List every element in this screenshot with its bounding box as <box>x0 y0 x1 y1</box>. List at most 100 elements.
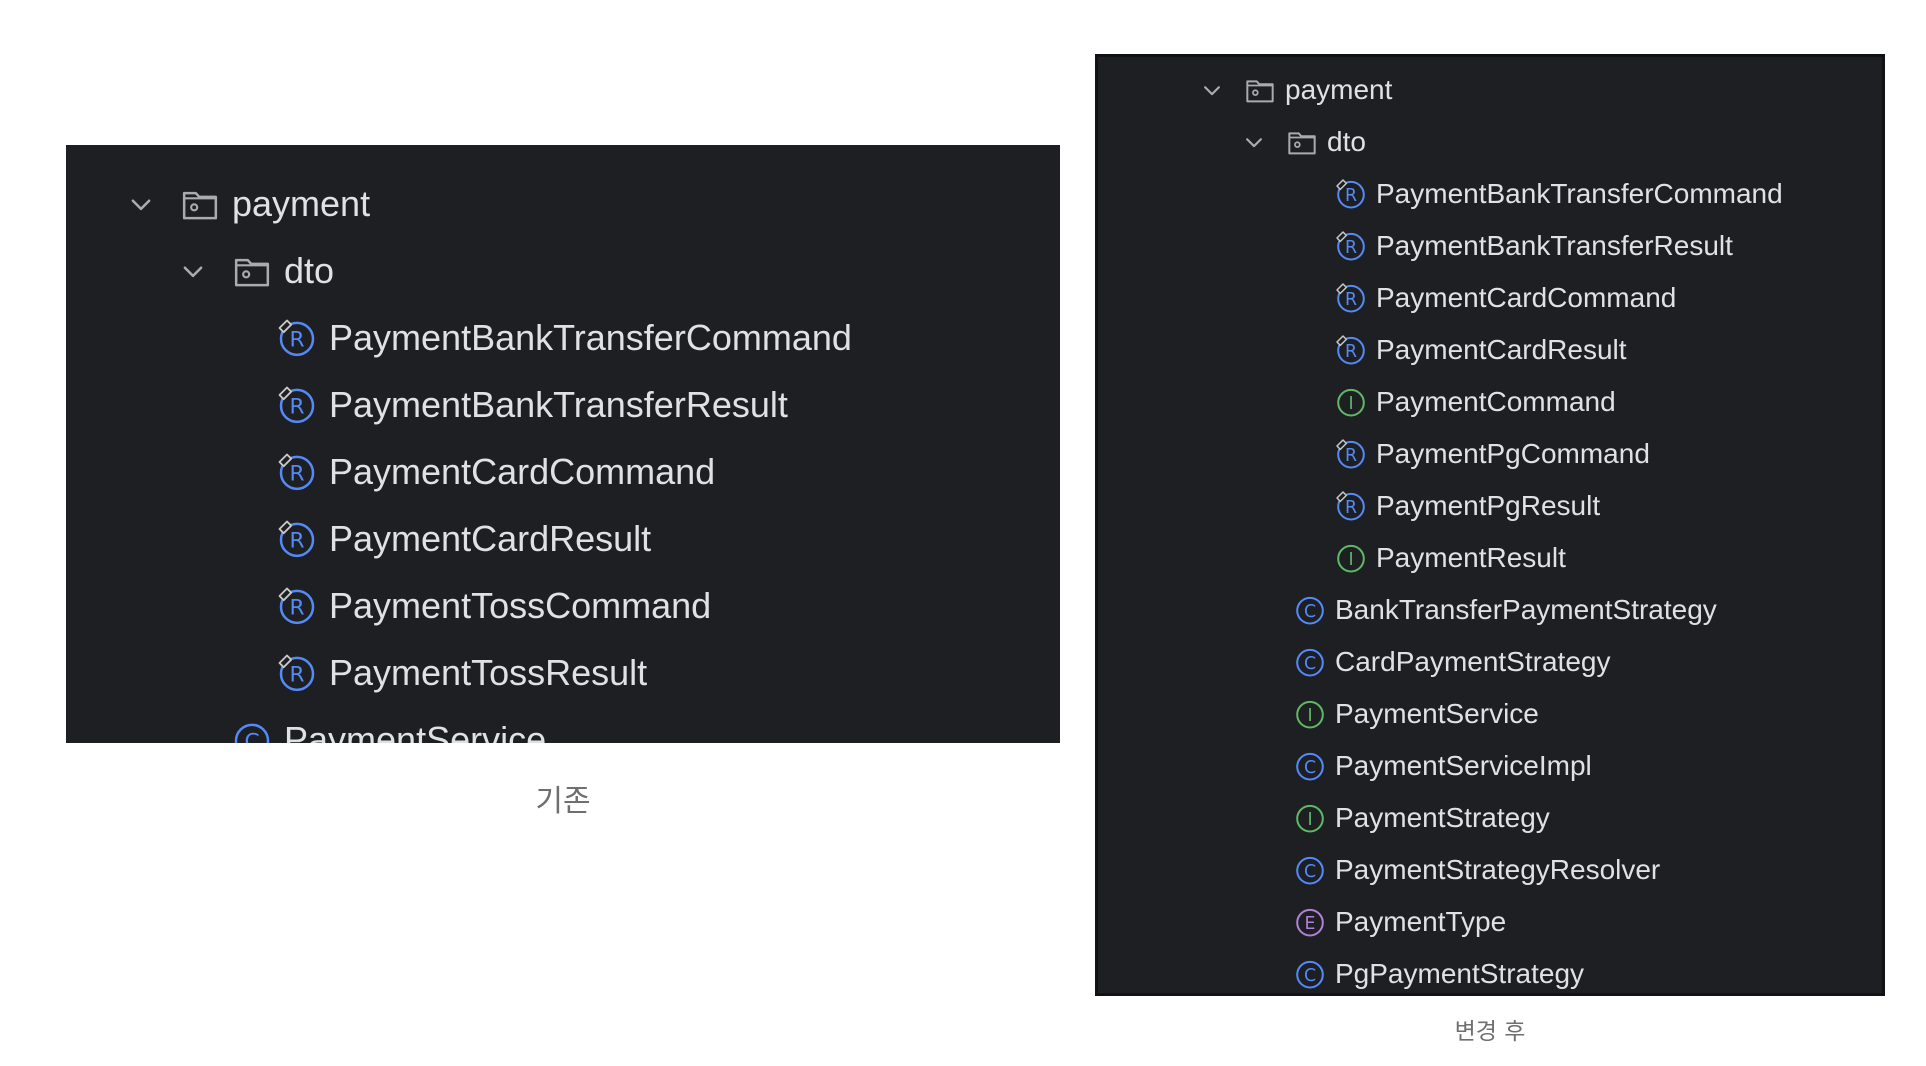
tree-item-payment-card-result[interactable]: R PaymentCardResult <box>66 505 1060 572</box>
tree-item-payment-bank-transfer-result[interactable]: R PaymentBankTransferResult <box>1098 220 1882 272</box>
tree-item-pg-payment-strategy[interactable]: C PgPaymentStrategy <box>1098 948 1882 993</box>
tree-item-label: PaymentResult <box>1376 542 1566 573</box>
tree-item-payment-strategy-resolver[interactable]: C PaymentStrategyResolver <box>1098 844 1882 896</box>
record-icon: R <box>278 386 315 423</box>
chevron-down-icon[interactable] <box>1201 79 1223 101</box>
svg-text:I: I <box>1307 810 1312 830</box>
class-icon: C <box>1296 752 1324 781</box>
tree-item-label: PaymentBankTransferResult <box>329 383 788 425</box>
tree-item-label: PaymentTossCommand <box>329 584 712 626</box>
class-icon: C <box>1296 596 1324 625</box>
svg-text:C: C <box>244 729 259 743</box>
svg-text:R: R <box>1345 446 1357 466</box>
svg-text:C: C <box>1304 602 1316 622</box>
chevron-down-icon[interactable] <box>1243 131 1265 153</box>
tree-item-label: PaymentStrategy <box>1335 802 1550 833</box>
tree-item-payment-toss-command[interactable]: R PaymentTossCommand <box>66 572 1060 639</box>
folder-icon <box>1288 132 1316 155</box>
folder-icon <box>1246 80 1274 103</box>
tree-item-label: payment <box>1285 74 1393 105</box>
record-icon: R <box>1336 439 1365 469</box>
tree-item-label: PaymentService <box>1335 698 1539 729</box>
tree-item-dto[interactable]: dto <box>1098 116 1882 168</box>
tree-item-payment-command[interactable]: I PaymentCommand <box>1098 376 1882 428</box>
tree-item-label: PaymentCardCommand <box>1376 282 1677 313</box>
tree-item-label: PaymentPgResult <box>1376 490 1601 521</box>
class-icon: C <box>1296 648 1324 677</box>
tree-item-payment-bank-transfer-command[interactable]: R PaymentBankTransferCommand <box>1098 168 1882 220</box>
enum-icon: E <box>1296 908 1324 937</box>
tree-item-label: PaymentStrategyResolver <box>1335 854 1661 885</box>
tree-item-payment-card-result[interactable]: R PaymentCardResult <box>1098 324 1882 376</box>
svg-text:R: R <box>289 662 304 687</box>
tree-item-payment-result[interactable]: I PaymentResult <box>1098 532 1882 584</box>
svg-text:I: I <box>1348 550 1353 570</box>
caption-after: 변경 후 <box>1454 1019 1526 1045</box>
tree-item-payment-bank-transfer-result[interactable]: R PaymentBankTransferResult <box>66 371 1060 438</box>
svg-text:R: R <box>1345 342 1357 362</box>
tree-item-payment-card-command[interactable]: R PaymentCardCommand <box>1098 272 1882 324</box>
record-icon: R <box>278 319 315 356</box>
interface-icon: I <box>1337 544 1365 573</box>
tree-item-label: PaymentServiceImpl <box>1335 750 1592 781</box>
tree-item-payment-toss-result[interactable]: R PaymentTossResult <box>66 639 1060 706</box>
svg-text:R: R <box>289 394 304 419</box>
tree-item-label: PaymentTossResult <box>329 651 648 693</box>
tree-item-payment-pg-result[interactable]: R PaymentPgResult <box>1098 480 1882 532</box>
tree-item-label: PaymentCommand <box>1376 386 1616 417</box>
project-tree-after: payment dto R PaymentBankTransferCommand R Pa… <box>1095 54 1885 996</box>
record-icon: R <box>278 520 315 557</box>
tree-item-label: dto <box>1327 126 1366 157</box>
tree-item-label: PaymentBankTransferResult <box>1376 230 1733 261</box>
class-icon: C <box>1296 856 1324 885</box>
tree-item-payment-service-impl[interactable]: C PaymentServiceImpl <box>1098 740 1882 792</box>
record-icon: R <box>1336 491 1365 521</box>
record-icon: R <box>1336 179 1365 209</box>
record-icon: R <box>278 587 315 624</box>
class-icon: C <box>1296 960 1324 989</box>
caption-before: 기존 <box>535 784 591 819</box>
svg-text:I: I <box>1307 706 1312 726</box>
tree-item-label: BankTransferPaymentStrategy <box>1335 594 1717 625</box>
interface-icon: I <box>1296 804 1324 833</box>
tree-item-payment-service[interactable]: C PaymentService <box>66 706 1060 743</box>
chevron-down-icon[interactable] <box>128 191 154 217</box>
tree-item-card-payment-strategy[interactable]: C CardPaymentStrategy <box>1098 636 1882 688</box>
svg-text:R: R <box>289 327 304 352</box>
tree-item-payment[interactable]: payment <box>66 170 1060 237</box>
tree-item-label: PaymentPgCommand <box>1376 438 1650 469</box>
tree-item-dto[interactable]: dto <box>66 237 1060 304</box>
tree-item-payment-card-command[interactable]: R PaymentCardCommand <box>66 438 1060 505</box>
tree-item-label: payment <box>232 182 371 224</box>
interface-icon: I <box>1296 700 1324 729</box>
project-tree-before: payment dto R PaymentBankTransferCommand R Pa… <box>66 145 1060 743</box>
svg-text:C: C <box>1304 758 1316 778</box>
tree-item-label: PaymentBankTransferCommand <box>1376 178 1783 209</box>
chevron-down-icon[interactable] <box>180 258 206 284</box>
tree-item-payment-service[interactable]: I PaymentService <box>1098 688 1882 740</box>
tree-item-label: CardPaymentStrategy <box>1335 646 1611 677</box>
tree-item-label: PaymentCardResult <box>1376 334 1627 365</box>
tree-item-label: PaymentType <box>1335 906 1507 937</box>
tree-item-label: PaymentBankTransferCommand <box>329 316 852 358</box>
tree-item-label: dto <box>284 249 335 291</box>
record-icon: R <box>1336 335 1365 365</box>
tree-item-label: PaymentService <box>284 718 547 744</box>
tree-item-payment-bank-transfer-command[interactable]: R PaymentBankTransferCommand <box>66 304 1060 371</box>
folder-icon <box>182 191 218 219</box>
tree-item-label: PaymentCardCommand <box>329 450 716 492</box>
record-icon: R <box>1336 283 1365 313</box>
tree-item-payment-strategy[interactable]: I PaymentStrategy <box>1098 792 1882 844</box>
svg-text:R: R <box>289 461 304 486</box>
svg-text:R: R <box>1345 186 1357 206</box>
svg-text:C: C <box>1304 862 1316 882</box>
svg-text:R: R <box>289 528 304 553</box>
svg-text:R: R <box>289 595 304 620</box>
svg-text:R: R <box>1345 238 1357 258</box>
tree-item-bank-transfer-payment-strategy[interactable]: C BankTransferPaymentStrategy <box>1098 584 1882 636</box>
folder-icon <box>234 258 270 286</box>
tree-item-payment-type[interactable]: E PaymentType <box>1098 896 1882 948</box>
tree-item-payment[interactable]: payment <box>1098 64 1882 116</box>
record-icon: R <box>278 453 315 490</box>
tree-item-payment-pg-command[interactable]: R PaymentPgCommand <box>1098 428 1882 480</box>
